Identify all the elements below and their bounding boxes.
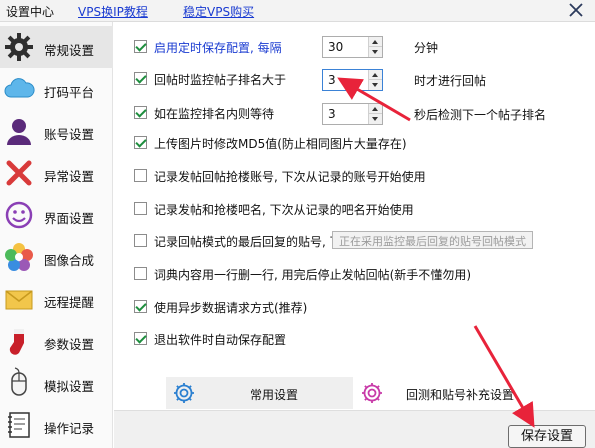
md5-row: 上传图片时修改MD5值(防止相同图片大量存在) (134, 133, 564, 153)
wait-seconds-spinner[interactable]: 3 (322, 103, 383, 125)
spinner-value: 3 (328, 107, 336, 121)
save-settings-button[interactable]: 保存设置 (508, 425, 586, 448)
sidebar-item-label: 异常设置 (44, 169, 95, 184)
exit-save-checkbox[interactable] (134, 332, 147, 345)
user-icon (7, 119, 31, 145)
md5-checkbox[interactable] (134, 136, 147, 149)
record-bar-label: 记录发帖和抢楼吧名, 下次从记录的吧名开始使用 (154, 203, 414, 217)
spinner-value: 3 (328, 73, 336, 87)
wait-in-rank-label: 如在监控排名内则等待 (154, 107, 275, 121)
sidebar-item-image[interactable]: 图像合成 (0, 236, 113, 278)
monitor-rank-label: 回帖时监控帖子排名大于 (154, 73, 287, 87)
async-request-checkbox[interactable] (134, 300, 147, 313)
record-bar-checkbox[interactable] (134, 202, 147, 215)
vps-ip-tutorial-link[interactable]: VPS换IP教程 (78, 3, 148, 20)
flower-icon (5, 243, 33, 271)
auto-save-label: 启用定时保存配置, 每隔 (154, 41, 282, 55)
smiley-icon (5, 201, 33, 229)
async-request-label: 使用异步数据请求方式(推荐) (154, 301, 308, 315)
auto-save-interval-spinner[interactable]: 30 (322, 36, 383, 58)
envelope-icon (5, 290, 33, 310)
auto-save-checkbox[interactable] (134, 40, 147, 53)
sidebar-item-label: 操作记录 (44, 421, 95, 436)
auto-save-row: 启用定时保存配置, 每隔 (134, 37, 334, 57)
sidebar-item-remote[interactable]: 远程提醒 (0, 278, 113, 320)
sidebar-item-label: 账号设置 (44, 127, 95, 142)
wait-in-rank-row: 如在监控排名内则等待 (134, 103, 334, 123)
sidebar-item-log[interactable]: 操作记录 (0, 404, 113, 446)
monitor-rank-unit: 时才进行回帖 (414, 74, 487, 88)
sidebar-item-simulate[interactable]: 模拟设置 (0, 362, 113, 404)
monitor-rank-checkbox[interactable] (134, 72, 147, 85)
stable-vps-link[interactable]: 稳定VPS购买 (183, 3, 254, 20)
sidebar-item-label: 打码平台 (44, 85, 95, 100)
async-request-row: 使用异步数据请求方式(推荐) (134, 297, 564, 317)
wait-seconds-unit: 秒后检测下一个帖子排名 (414, 108, 547, 122)
window-title: 设置中心 (6, 5, 55, 19)
delete-line-checkbox[interactable] (134, 267, 147, 280)
wait-in-rank-checkbox[interactable] (134, 106, 147, 119)
tab-recheck-settings[interactable]: 回测和贴号补充设置 (354, 377, 574, 409)
gear-icon (174, 383, 194, 403)
spin-up-button[interactable] (369, 70, 382, 80)
tab-label: 回测和贴号补充设置 (406, 388, 515, 402)
spin-down-button[interactable] (369, 47, 382, 57)
exit-save-row: 退出软件时自动保存配置 (134, 329, 564, 349)
sidebar-item-account[interactable]: 账号设置 (0, 110, 113, 152)
exit-save-label: 退出软件时自动保存配置 (154, 333, 287, 347)
sidebar: 常规设置 打码平台 账号设置 异常设置 界面设置 图像合成 远程提醒 参数设置 … (0, 22, 113, 448)
sidebar-item-general[interactable]: 常规设置 (0, 26, 113, 68)
sidebar-item-label: 模拟设置 (44, 379, 95, 394)
title-bar: 设置中心 VPS换IP教程 稳定VPS购买 (0, 0, 595, 22)
spin-down-button[interactable] (369, 114, 382, 124)
tab-label: 常用设置 (250, 388, 299, 402)
monitor-rank-row: 回帖时监控帖子排名大于 (134, 69, 334, 89)
record-account-row: 记录发帖回帖抢楼账号, 下次从记录的账号开始使用 (134, 166, 564, 186)
sidebar-item-label: 参数设置 (44, 337, 95, 352)
cloud-icon (4, 78, 35, 98)
bottom-bar: 保存设置 (114, 410, 595, 448)
spinner-value: 30 (328, 40, 344, 54)
delete-line-label: 词典内容用一行删一行, 用完后停止发帖回帖(新手不懂勿用) (154, 268, 471, 282)
sidebar-item-params[interactable]: 参数设置 (0, 320, 113, 362)
gear-icon (362, 383, 382, 403)
delete-line-row: 词典内容用一行删一行, 用完后停止发帖回帖(新手不懂勿用) (134, 264, 584, 284)
spin-up-button[interactable] (369, 37, 382, 47)
record-bar-row: 记录发帖和抢楼吧名, 下次从记录的吧名开始使用 (134, 199, 564, 219)
auto-save-unit: 分钟 (414, 41, 439, 55)
gear-icon (5, 33, 33, 61)
sock-icon (9, 329, 24, 355)
sidebar-item-label: 常规设置 (44, 43, 95, 58)
sidebar-item-interface[interactable]: 界面设置 (0, 194, 113, 236)
spin-down-button[interactable] (369, 80, 382, 90)
sidebar-item-label: 远程提醒 (44, 295, 95, 310)
record-account-checkbox[interactable] (134, 169, 147, 182)
sidebar-item-label: 界面设置 (44, 211, 95, 226)
record-account-label: 记录发帖回帖抢楼账号, 下次从记录的账号开始使用 (154, 170, 426, 184)
cross-icon (6, 160, 32, 186)
monitor-rank-spinner[interactable]: 3 (322, 69, 383, 91)
spin-up-button[interactable] (369, 104, 382, 114)
tab-common-settings[interactable]: 常用设置 (166, 377, 353, 409)
md5-label: 上传图片时修改MD5值(防止相同图片大量存在) (154, 137, 407, 151)
mouse-icon (11, 367, 27, 396)
close-icon[interactable] (567, 1, 585, 19)
sidebar-item-label: 图像合成 (44, 253, 95, 268)
notebook-icon (8, 412, 30, 438)
sidebar-item-captcha[interactable]: 打码平台 (0, 68, 113, 110)
record-reply-checkbox[interactable] (134, 234, 147, 247)
tooltip: 正在采用监控最后回复的贴号回帖模式 (332, 231, 533, 249)
settings-tab-bar: 常用设置 回测和贴号补充设置 (114, 377, 595, 409)
sidebar-item-exception[interactable]: 异常设置 (0, 152, 113, 194)
